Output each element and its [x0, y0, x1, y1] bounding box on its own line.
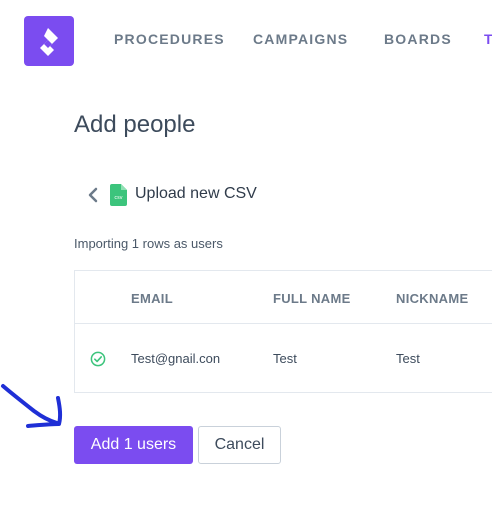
- nav-truncated-item[interactable]: T: [484, 31, 492, 47]
- cell-email: Test@gnail.con: [131, 351, 221, 366]
- cell-nickname: Test: [396, 351, 420, 366]
- add-users-button[interactable]: Add 1 users: [74, 426, 193, 464]
- cell-full-name: Test: [273, 351, 297, 366]
- logo-mark-icon: [40, 28, 58, 56]
- annotation-arrow-icon: [1, 384, 63, 428]
- column-header-email: EMAIL: [131, 291, 173, 306]
- nav-procedures[interactable]: PROCEDURES: [114, 31, 225, 47]
- upload-new-csv-link[interactable]: Upload new CSV: [135, 185, 257, 203]
- page-title: Add people: [74, 111, 196, 138]
- page: PROCEDURES CAMPAIGNS BOARDS T Add people…: [0, 0, 492, 530]
- nav-boards[interactable]: BOARDS: [384, 31, 452, 47]
- nav-campaigns[interactable]: CAMPAIGNS: [253, 31, 348, 47]
- cancel-button[interactable]: Cancel: [198, 426, 281, 464]
- chevron-left-icon[interactable]: [88, 187, 98, 203]
- column-header-nickname: NICKNAME: [396, 291, 469, 306]
- column-header-full-name: FULL NAME: [273, 291, 351, 306]
- import-preview-table: EMAIL FULL NAME NICKNAME Test@gnail.con …: [74, 270, 492, 393]
- csv-icon-label: csv: [114, 195, 122, 201]
- check-circle-icon: [90, 351, 106, 367]
- app-logo[interactable]: [24, 16, 74, 66]
- import-summary: Importing 1 rows as users: [74, 236, 223, 251]
- csv-file-icon: csv: [110, 184, 127, 206]
- row-divider: [75, 323, 492, 324]
